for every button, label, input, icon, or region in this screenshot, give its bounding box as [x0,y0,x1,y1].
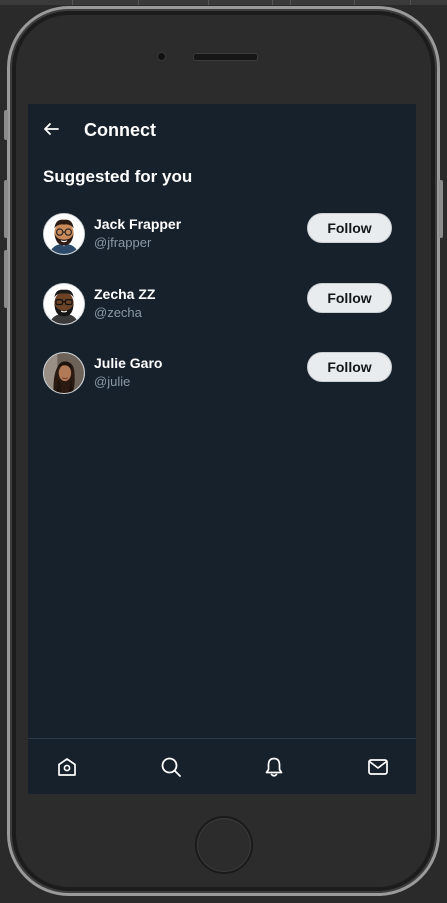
tab-search[interactable] [159,755,183,779]
suggested-section-title: Suggested for you [43,167,193,186]
back-arrow-icon[interactable] [42,120,60,138]
follow-button[interactable]: Follow [307,213,392,243]
user-handle: @julie [94,374,131,389]
suggested-user-row: Julie Garo @julie Follow [28,347,416,397]
suggested-user-row: Zecha ZZ @zecha Follow [28,278,416,328]
app-header: Connect [28,104,416,158]
user-name[interactable]: Julie Garo [94,355,162,371]
tab-home[interactable] [55,755,79,779]
mail-icon [368,759,388,775]
user-name[interactable]: Zecha ZZ [94,286,155,302]
phone-home-button[interactable] [195,816,253,874]
phone-volume-up-button [4,180,8,238]
bell-icon [265,757,283,777]
tab-messages[interactable] [366,755,390,779]
page-title: Connect [84,120,156,140]
bearded-man-glasses-avatar[interactable] [43,213,85,255]
suggested-user-row: Jack Frapper @jfrapper Follow [28,208,416,258]
dark-bearded-man-glasses-avatar[interactable] [43,283,85,325]
search-icon [161,757,181,777]
home-icon [58,758,76,776]
earpiece-speaker [193,53,258,61]
window-top-strip [0,0,447,5]
user-name[interactable]: Jack Frapper [94,216,181,232]
follow-button[interactable]: Follow [307,352,392,382]
phone-power-button [439,180,443,238]
woman-photo-avatar[interactable] [43,352,85,394]
phone-silent-switch [4,110,8,140]
user-handle: @zecha [94,305,142,320]
user-handle: @jfrapper [94,235,152,250]
tab-notifications[interactable] [262,755,286,779]
follow-button[interactable]: Follow [307,283,392,313]
app-screen: Connect Suggested for you Jack Frapper @… [28,104,416,794]
bottom-tab-bar [28,738,416,794]
phone-volume-down-button [4,250,8,308]
device-frame-stage: Connect Suggested for you Jack Frapper @… [0,0,447,903]
front-camera [157,52,166,61]
